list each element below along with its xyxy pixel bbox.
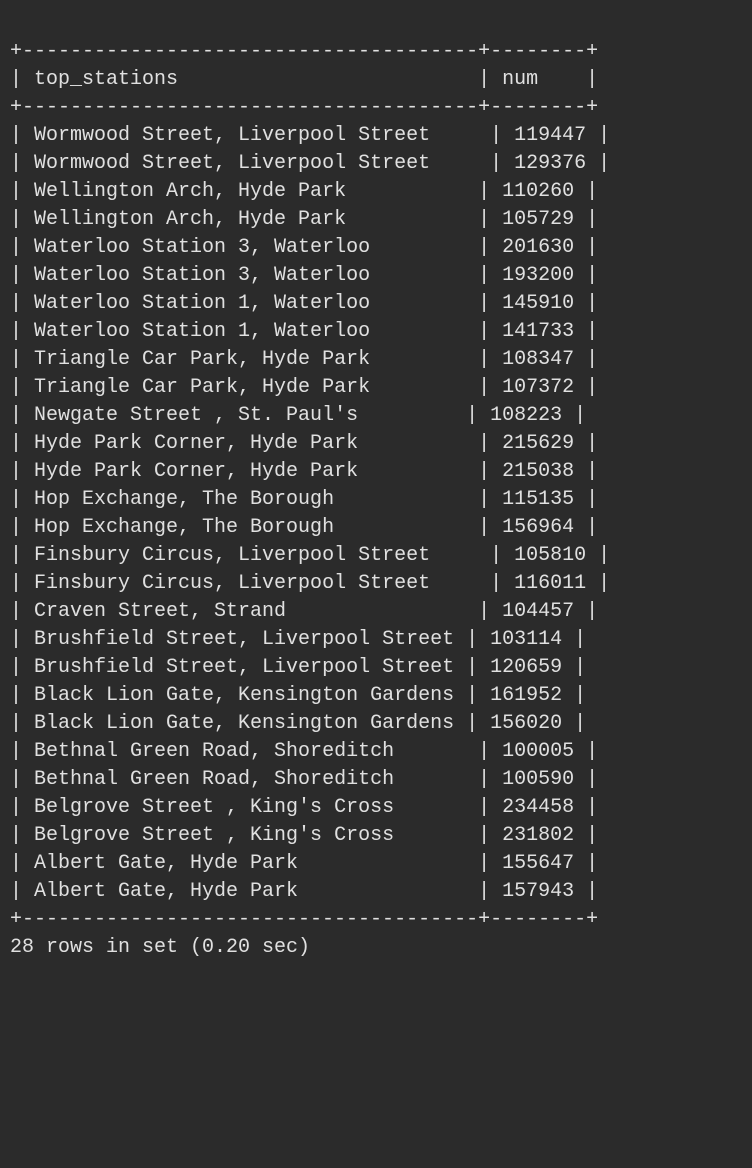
cell-num: 120659 <box>490 656 562 679</box>
cell-station: Hyde Park Corner, Hyde Park <box>34 432 358 455</box>
cell-num: 156020 <box>490 712 562 735</box>
table-row: | Finsbury Circus, Liverpool Street | 10… <box>10 544 610 567</box>
cell-station: Waterloo Station 1, Waterloo <box>34 292 370 315</box>
table-row: | Waterloo Station 3, Waterloo | 201630 … <box>10 236 598 259</box>
cell-num: 108347 <box>502 348 574 371</box>
cell-num: 119447 <box>514 124 586 147</box>
table-row: | Waterloo Station 3, Waterloo | 193200 … <box>10 264 598 287</box>
table-row: | Albert Gate, Hyde Park | 157943 | <box>10 880 598 903</box>
table-row: | Wellington Arch, Hyde Park | 110260 | <box>10 180 598 203</box>
table-row: | Waterloo Station 1, Waterloo | 145910 … <box>10 292 598 315</box>
cell-station: Hop Exchange, The Borough <box>34 516 334 539</box>
cell-station: Wormwood Street, Liverpool Street <box>34 152 430 175</box>
cell-num: 215038 <box>502 460 574 483</box>
cell-station: Finsbury Circus, Liverpool Street <box>34 544 430 567</box>
table-border-bottom: +--------------------------------------+… <box>10 908 598 931</box>
cell-num: 156964 <box>502 516 574 539</box>
cell-station: Black Lion Gate, Kensington Gardens <box>34 712 454 735</box>
table-border-top: +--------------------------------------+… <box>10 40 598 63</box>
cell-station: Triangle Car Park, Hyde Park <box>34 376 370 399</box>
cell-num: 104457 <box>502 600 574 623</box>
cell-station: Waterloo Station 3, Waterloo <box>34 264 370 287</box>
table-row: | Triangle Car Park, Hyde Park | 107372 … <box>10 376 598 399</box>
cell-station: Hyde Park Corner, Hyde Park <box>34 460 358 483</box>
table-row: | Bethnal Green Road, Shoreditch | 10059… <box>10 768 598 791</box>
table-row: | Black Lion Gate, Kensington Gardens | … <box>10 684 586 707</box>
table-row: | Bethnal Green Road, Shoreditch | 10000… <box>10 740 598 763</box>
sql-output-container: +--------------------------------------+… <box>10 38 742 962</box>
cell-num: 157943 <box>502 880 574 903</box>
cell-num: 129376 <box>514 152 586 175</box>
table-row: | Belgrove Street , King's Cross | 23445… <box>10 796 598 819</box>
table-row: | Brushfield Street, Liverpool Street | … <box>10 628 586 651</box>
header-col1: top_stations <box>34 68 178 91</box>
cell-station: Waterloo Station 3, Waterloo <box>34 236 370 259</box>
cell-num: 108223 <box>490 404 562 427</box>
cell-num: 231802 <box>502 824 574 847</box>
cell-station: Triangle Car Park, Hyde Park <box>34 348 370 371</box>
header-row: | top_stations | num | <box>10 68 598 91</box>
table-row: | Hyde Park Corner, Hyde Park | 215629 | <box>10 432 598 455</box>
table-row: | Wormwood Street, Liverpool Street | 11… <box>10 124 610 147</box>
cell-station: Craven Street, Strand <box>34 600 286 623</box>
table-row: | Wormwood Street, Liverpool Street | 12… <box>10 152 610 175</box>
cell-station: Wellington Arch, Hyde Park <box>34 208 346 231</box>
table-border-mid: +--------------------------------------+… <box>10 96 598 119</box>
table-row: | Wellington Arch, Hyde Park | 105729 | <box>10 208 598 231</box>
cell-num: 193200 <box>502 264 574 287</box>
cell-num: 107372 <box>502 376 574 399</box>
table-row: | Hyde Park Corner, Hyde Park | 215038 | <box>10 460 598 483</box>
cell-station: Belgrove Street , King's Cross <box>34 796 394 819</box>
cell-station: Wellington Arch, Hyde Park <box>34 180 346 203</box>
cell-num: 234458 <box>502 796 574 819</box>
cell-num: 155647 <box>502 852 574 875</box>
table-row: | Finsbury Circus, Liverpool Street | 11… <box>10 572 610 595</box>
table-row: | Hop Exchange, The Borough | 156964 | <box>10 516 598 539</box>
cell-num: 201630 <box>502 236 574 259</box>
cell-num: 110260 <box>502 180 574 203</box>
table-row: | Newgate Street , St. Paul's | 108223 | <box>10 404 586 427</box>
cell-station: Bethnal Green Road, Shoreditch <box>34 740 394 763</box>
table-row: | Craven Street, Strand | 104457 | <box>10 600 598 623</box>
cell-station: Brushfield Street, Liverpool Street <box>34 656 454 679</box>
cell-station: Albert Gate, Hyde Park <box>34 880 298 903</box>
table-row: | Black Lion Gate, Kensington Gardens | … <box>10 712 586 735</box>
cell-num: 215629 <box>502 432 574 455</box>
table-row: | Belgrove Street , King's Cross | 23180… <box>10 824 598 847</box>
table-row: | Albert Gate, Hyde Park | 155647 | <box>10 852 598 875</box>
cell-num: 105810 <box>514 544 586 567</box>
cell-station: Black Lion Gate, Kensington Gardens <box>34 684 454 707</box>
cell-num: 116011 <box>514 572 586 595</box>
cell-station: Wormwood Street, Liverpool Street <box>34 124 430 147</box>
cell-station: Hop Exchange, The Borough <box>34 488 334 511</box>
cell-station: Bethnal Green Road, Shoreditch <box>34 768 394 791</box>
cell-station: Brushfield Street, Liverpool Street <box>34 628 454 651</box>
cell-num: 100005 <box>502 740 574 763</box>
table-row: | Hop Exchange, The Borough | 115135 | <box>10 488 598 511</box>
cell-station: Belgrove Street , King's Cross <box>34 824 394 847</box>
result-summary: 28 rows in set (0.20 sec) <box>10 936 310 959</box>
cell-num: 103114 <box>490 628 562 651</box>
cell-num: 145910 <box>502 292 574 315</box>
cell-num: 105729 <box>502 208 574 231</box>
cell-station: Newgate Street , St. Paul's <box>34 404 358 427</box>
table-row: | Brushfield Street, Liverpool Street | … <box>10 656 586 679</box>
cell-num: 100590 <box>502 768 574 791</box>
header-col2: num <box>502 68 538 91</box>
cell-station: Waterloo Station 1, Waterloo <box>34 320 370 343</box>
cell-num: 115135 <box>502 488 574 511</box>
cell-num: 141733 <box>502 320 574 343</box>
cell-station: Finsbury Circus, Liverpool Street <box>34 572 430 595</box>
cell-station: Albert Gate, Hyde Park <box>34 852 298 875</box>
table-row: | Waterloo Station 1, Waterloo | 141733 … <box>10 320 598 343</box>
cell-num: 161952 <box>490 684 562 707</box>
table-row: | Triangle Car Park, Hyde Park | 108347 … <box>10 348 598 371</box>
